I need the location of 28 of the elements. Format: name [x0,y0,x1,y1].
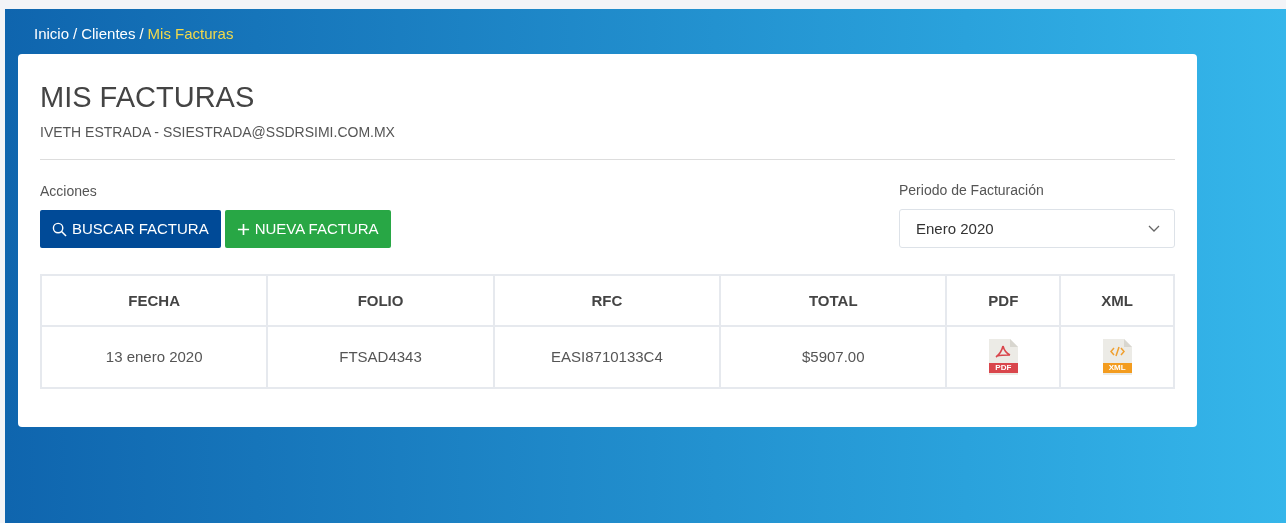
search-invoice-button[interactable]: BUSCAR FACTURA [40,209,221,249]
breadcrumb-link[interactable]: Clientes [81,25,136,42]
pdf-file-icon[interactable]: PDF [988,339,1018,376]
column-header: RFC [493,275,721,327]
column-header: FOLIO [267,275,494,327]
plus-icon [236,222,250,236]
breadcrumb-separator: / [139,25,144,42]
breadcrumb-separator: / [73,25,78,42]
breadcrumb-link[interactable]: Mis Facturas [147,25,234,42]
table-cell: EASI8710133C4 [493,326,721,389]
period-label: Periodo de Facturación [899,181,1045,201]
search-icon [52,221,67,237]
file-type-label: PDF [994,363,1013,374]
breadcrumb-link[interactable]: Inicio [34,25,70,42]
table-cell: $5907.00 [720,326,947,389]
actions-label: Acciones [40,181,98,201]
table-cell: 13 enero 2020 [41,326,268,389]
file-type-label: XML [1107,363,1127,374]
user-subtitle: IVETH ESTRADA - SSIESTRADA@SSDRSIMI.COM.MX [40,123,396,143]
chevron-down-icon [1148,224,1160,233]
page-title: MIS FACTURAS [40,79,256,115]
column-header: FECHA [41,275,268,327]
column-header: XML [1060,275,1174,327]
period-select[interactable]: Enero 2020 [899,209,1175,249]
column-header: PDF [946,275,1061,327]
column-header: TOTAL [720,275,947,327]
table-cell: FTSAD4343 [267,326,494,389]
new-invoice-button[interactable]: NUEVA FACTURA [224,209,391,249]
